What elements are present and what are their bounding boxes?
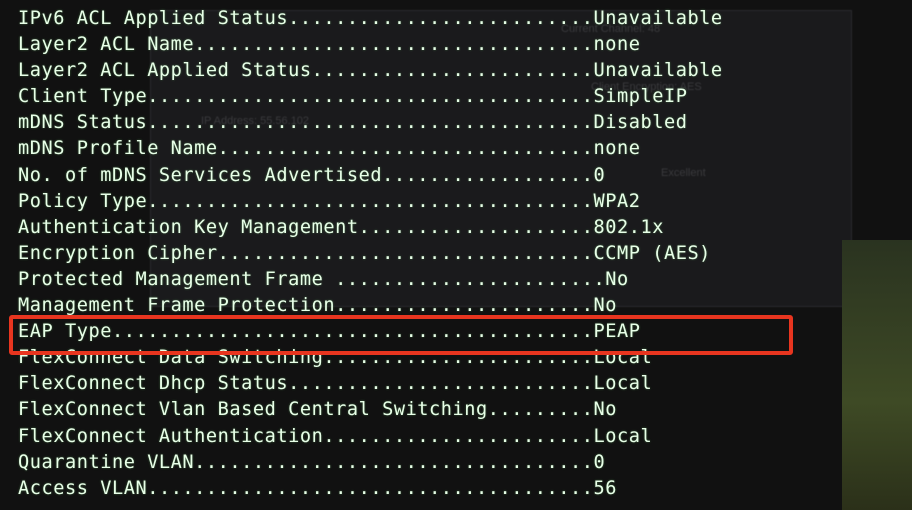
terminal-line: Policy Type.............................… — [18, 189, 900, 215]
field-name: FlexConnect Vlan Based Central Switching — [18, 399, 488, 421]
field-dots: .......................... — [288, 8, 594, 29]
field-value: Unavailable — [593, 8, 723, 29]
field-name: Layer2 ACL Applied Status — [18, 60, 312, 82]
terminal-line: Authentication Key Management...........… — [18, 215, 900, 241]
terminal-line: IPv6 ACL Applied Status.................… — [18, 6, 900, 32]
terminal-line: Protected Management Frame .............… — [18, 267, 900, 293]
field-value: SimpleIP — [593, 86, 688, 108]
field-name: Management Frame Protection — [18, 295, 336, 317]
field-value: WPA2 — [593, 190, 641, 212]
field-dots: ...................................... — [147, 86, 594, 108]
field-name: IPv6 ACL Applied Status — [18, 8, 289, 29]
field-name: Layer2 ACL Name — [18, 34, 195, 56]
field-value: 802.1x — [593, 216, 664, 238]
field-value: 0 — [593, 164, 606, 186]
field-dots: ....................... — [335, 268, 606, 290]
field-value: none — [593, 34, 641, 56]
field-name: No. of mDNS Services Advertised — [18, 164, 383, 186]
terminal-output: IPv6 ACL Applied Status.................… — [0, 0, 900, 510]
field-name: Protected Management Frame — [18, 268, 336, 290]
field-name: Encryption Cipher — [18, 242, 218, 264]
field-value: No — [605, 268, 629, 290]
terminal-line: mDNS Status.............................… — [18, 110, 900, 136]
field-name: mDNS Status — [18, 112, 148, 134]
field-dots: .......................... — [288, 373, 594, 395]
field-dots: ....................... — [323, 425, 594, 447]
field-value: 0 — [593, 451, 606, 473]
field-name: FlexConnect Dhcp Status — [18, 373, 289, 395]
terminal-line: Access VLAN.............................… — [18, 476, 900, 502]
field-value: No — [593, 399, 617, 421]
field-dots: ......... — [487, 399, 594, 421]
field-name: Quarantine VLAN — [18, 451, 195, 473]
field-name: Client Type — [18, 86, 148, 108]
field-dots: ...................... — [335, 295, 594, 317]
eap-type-highlight-box — [9, 315, 793, 355]
terminal-line: No. of mDNS Services Advertised.........… — [18, 163, 900, 189]
field-dots: ................................ — [217, 242, 594, 264]
screenshot: Current Channel: 48 IP Address: 55.56.10… — [0, 0, 912, 510]
field-value: 56 — [593, 477, 617, 499]
field-name: mDNS Profile Name — [18, 138, 218, 160]
field-dots: ...................................... — [147, 190, 594, 212]
field-value: Unavailable — [593, 60, 723, 82]
terminal-line: Client Type.............................… — [18, 84, 900, 110]
terminal-line: FlexConnect Vlan Based Central Switching… — [18, 397, 900, 423]
field-value: Disabled — [593, 112, 688, 134]
field-dots: ...................................... — [147, 112, 594, 134]
field-dots: ...................................... — [147, 477, 594, 499]
field-name: Policy Type — [18, 190, 148, 212]
terminal-line: Layer2 ACL Applied Status...............… — [18, 58, 900, 84]
field-value: none — [593, 138, 641, 160]
field-dots: .................... — [358, 216, 594, 238]
field-dots: .................. — [382, 164, 594, 186]
field-dots: .................................. — [194, 34, 594, 56]
field-value: Local — [593, 425, 653, 447]
terminal-line: Layer2 ACL Name.........................… — [18, 32, 900, 58]
field-name: FlexConnect Authentication — [18, 425, 324, 447]
terminal-line: FlexConnect Dhcp Status.................… — [18, 371, 900, 397]
field-value: No — [593, 295, 617, 317]
terminal-line: FlexConnect Authentication..............… — [18, 424, 900, 450]
terminal-line: mDNS Profile Name.......................… — [18, 136, 900, 162]
field-name: Access VLAN — [18, 477, 148, 499]
field-dots: .................................. — [194, 451, 594, 473]
field-dots: ................................ — [217, 138, 594, 160]
field-value: Local — [593, 373, 653, 395]
field-name: Authentication Key Management — [18, 216, 359, 238]
terminal-line: Encryption Cipher.......................… — [18, 241, 900, 267]
field-value: CCMP (AES) — [593, 242, 711, 264]
terminal-line: Quarantine VLAN.........................… — [18, 450, 900, 476]
field-dots: ........................ — [311, 60, 594, 82]
